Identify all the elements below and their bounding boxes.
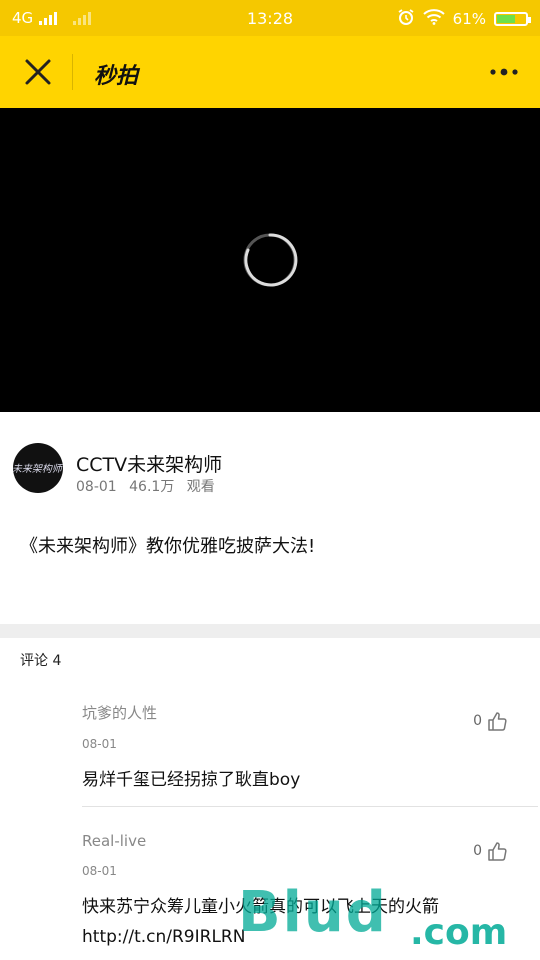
comment-text: 易烊千玺已经拐掠了耿直boy: [82, 770, 301, 790]
comment-divider: [82, 806, 538, 807]
battery-percent: 61%: [452, 10, 486, 28]
page-title: 秒拍: [94, 64, 139, 89]
like-count: 0: [473, 843, 482, 859]
status-bar: 4G 13:28 61%: [0, 0, 540, 36]
watermark-suffix: .com: [410, 912, 508, 953]
watermark-logo: Blud: [238, 880, 388, 945]
close-button[interactable]: [20, 54, 56, 90]
thumbs-up-icon: [488, 712, 507, 731]
comment-user[interactable]: 坑爹的人性: [82, 702, 522, 723]
battery-icon: [494, 12, 531, 26]
thumbs-up-icon: [488, 842, 507, 861]
view-label: 观看: [186, 479, 215, 495]
battery-fill: [497, 15, 516, 23]
appbar-divider: [72, 54, 73, 90]
status-icons: 61%: [397, 8, 531, 30]
author-meta: 08-01 46.1万 观看: [76, 476, 223, 496]
comments-header: 评论 4: [20, 653, 62, 669]
author-name[interactable]: CCTV未来架构师: [76, 450, 222, 477]
author-section: 未来架构师 CCTV未来架构师 08-01 46.1万 观看 《未来架构师》教你…: [0, 412, 540, 638]
comment-user[interactable]: Real-live: [82, 832, 522, 850]
loading-spinner-icon: [243, 233, 298, 287]
avatar[interactable]: 未来架构师: [13, 443, 63, 493]
comment-item: 坑爹的人性 08-01 易烊千玺已经拐掠了耿直boy 0: [82, 702, 522, 795]
app-bar: 秒拍: [0, 36, 540, 108]
alarm-icon: [397, 8, 415, 30]
more-button[interactable]: [488, 64, 520, 80]
view-count: 46.1万: [129, 479, 175, 495]
video-title: 《未来架构师》教你优雅吃披萨大法!: [20, 536, 316, 557]
wifi-icon: [422, 9, 445, 29]
close-icon: [25, 59, 51, 85]
comment-date: 08-01: [82, 864, 117, 878]
like-button[interactable]: 0: [473, 840, 508, 862]
more-icon: [490, 68, 518, 76]
post-date: 08-01: [76, 479, 117, 495]
comment-date: 08-01: [82, 737, 117, 751]
like-count: 0: [473, 713, 482, 729]
like-button[interactable]: 0: [473, 710, 508, 732]
avatar-logo-text: 未来架构师: [13, 464, 63, 475]
